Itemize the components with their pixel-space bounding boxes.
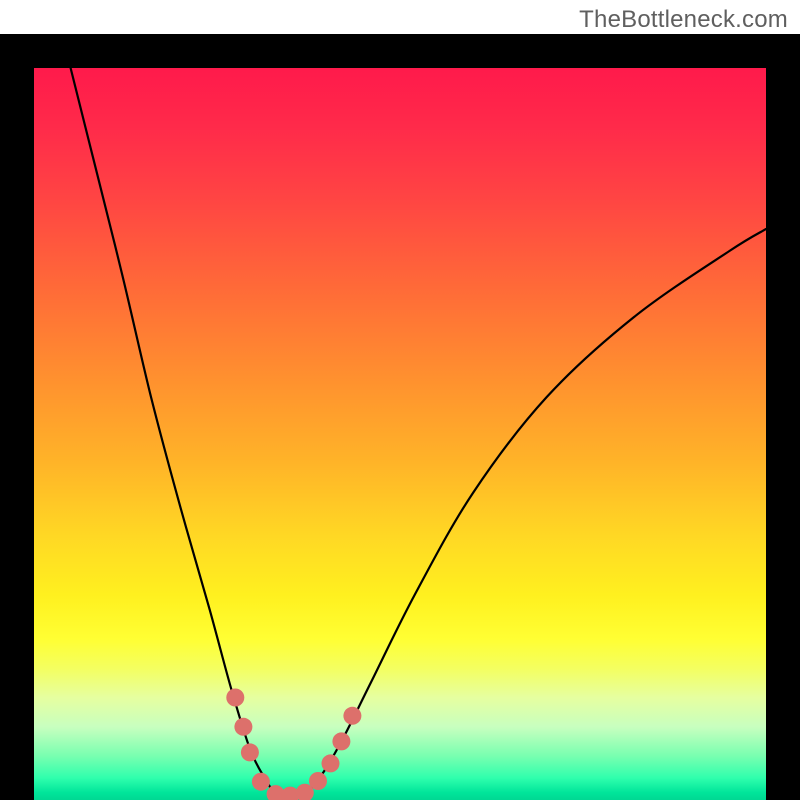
bottleneck-curve: [71, 68, 766, 796]
curve-marker: [226, 689, 244, 707]
curve-marker: [241, 743, 259, 761]
bottleneck-chart-page: TheBottleneck.com: [0, 0, 800, 800]
marker-group: [226, 689, 361, 800]
curve-marker: [234, 718, 252, 736]
curve-marker: [309, 772, 327, 790]
chart-frame: [0, 34, 800, 800]
curve-marker: [252, 773, 270, 791]
curve-marker: [343, 707, 361, 725]
chart-svg: [34, 68, 766, 800]
curve-marker: [322, 754, 340, 772]
watermark-text: TheBottleneck.com: [579, 6, 788, 34]
curve-marker: [332, 732, 350, 750]
chart-plot-area: [34, 68, 766, 800]
